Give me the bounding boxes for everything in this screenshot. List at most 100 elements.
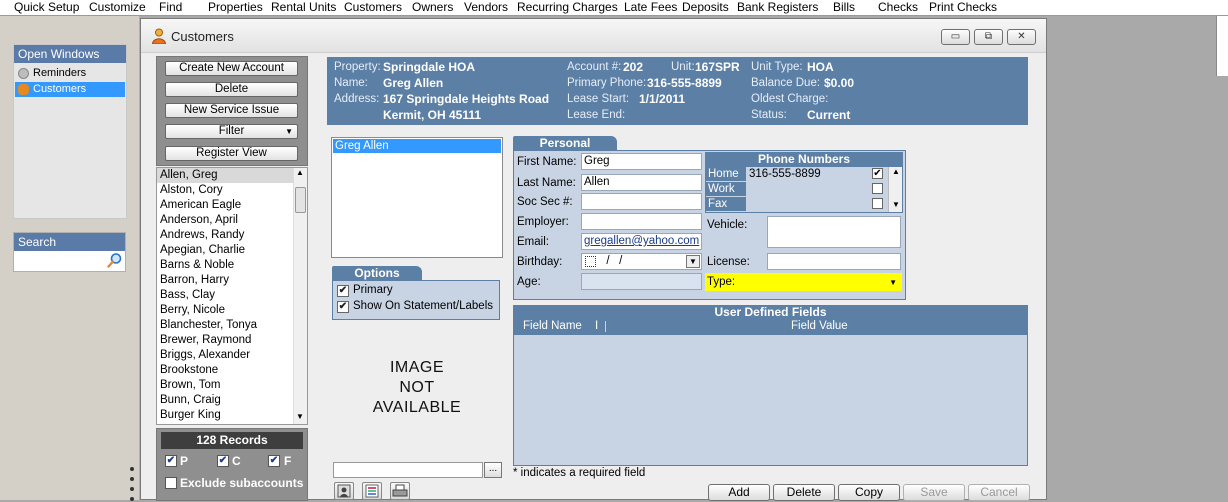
close-button[interactable]: ✕: [1007, 29, 1036, 45]
customer-list-item[interactable]: Brewer, Raymond: [157, 333, 293, 348]
menu-find[interactable]: Find: [159, 0, 182, 14]
menu-bank-registers[interactable]: Bank Registers: [737, 0, 818, 14]
menu-late-fees[interactable]: Late Fees: [624, 0, 677, 14]
customer-list-item[interactable]: Alston, Cory: [157, 183, 293, 198]
customer-list-item[interactable]: Barron, Harry: [157, 273, 293, 288]
save-button[interactable]: Save: [903, 484, 965, 501]
customer-list-item[interactable]: Allen, Greg: [157, 168, 293, 183]
filter-c-label: C: [232, 454, 241, 468]
scrollbar-thumb[interactable]: [295, 187, 306, 213]
menu-print-checks[interactable]: Print Checks: [929, 0, 997, 14]
customer-list-item[interactable]: Bunn, Craig: [157, 393, 293, 408]
image-browse-button[interactable]: ...: [484, 462, 502, 478]
birthday-label: Birthday:: [517, 256, 563, 268]
minimize-button[interactable]: ▭: [941, 29, 970, 45]
scan-photo-icon[interactable]: [390, 482, 410, 500]
chevron-down-icon[interactable]: ▼: [889, 275, 897, 290]
ssn-field[interactable]: [581, 193, 702, 210]
customer-list-item[interactable]: Barns & Noble: [157, 258, 293, 273]
image-path-field[interactable]: [333, 462, 483, 478]
filter-dropdown-button[interactable]: Filter ▼: [165, 124, 298, 139]
menu-deposits[interactable]: Deposits: [682, 0, 729, 14]
menu-customize[interactable]: Customize: [89, 0, 146, 14]
customer-list-item[interactable]: Brown, Tom: [157, 378, 293, 393]
phone-work-checkbox[interactable]: [872, 183, 883, 194]
customers-window: Customers ▭ ⧉ ✕ Create New Account Delet…: [140, 18, 1047, 501]
filter-c-checkbox[interactable]: ✔: [217, 455, 229, 467]
open-window-customers[interactable]: Customers: [15, 82, 125, 97]
menu-quick-setup[interactable]: Quick Setup: [14, 0, 79, 14]
phone-fax-checkbox[interactable]: [872, 198, 883, 209]
phone-list-scrollbar[interactable]: ▲ ▼: [888, 167, 902, 212]
udf-col-field-value[interactable]: Field Value: [791, 319, 848, 334]
search-icon[interactable]: [107, 252, 123, 268]
phone-row-fax[interactable]: Fax: [706, 197, 887, 211]
primary-checkbox[interactable]: ✔: [337, 285, 349, 297]
last-name-field[interactable]: Allen: [581, 174, 702, 191]
user-defined-fields-grid[interactable]: [513, 334, 1028, 466]
view-photo-icon[interactable]: [334, 482, 354, 500]
phone-number[interactable]: [747, 182, 887, 196]
chevron-down-icon[interactable]: ▼: [686, 255, 700, 268]
delete-button[interactable]: Delete: [773, 484, 835, 501]
menu-customers[interactable]: Customers: [344, 0, 402, 14]
udf-col-separator: I: [595, 320, 599, 332]
copy-button[interactable]: Copy: [838, 484, 900, 501]
customer-list-item[interactable]: Bass, Clay: [157, 288, 293, 303]
phone-row-work[interactable]: Work: [706, 182, 887, 196]
employer-field[interactable]: [581, 213, 702, 230]
first-name-field[interactable]: Greg: [581, 153, 702, 170]
delete-account-button[interactable]: Delete: [165, 82, 298, 97]
menu-checks[interactable]: Checks: [878, 0, 918, 14]
customer-list-item[interactable]: American Eagle: [157, 198, 293, 213]
birthday-field[interactable]: / / ▼: [581, 253, 702, 270]
customer-list-scrollbar[interactable]: ▲ ▼: [293, 168, 307, 424]
customer-list-item[interactable]: Andrews, Randy: [157, 228, 293, 243]
email-field[interactable]: gregallen@yahoo.com: [581, 233, 702, 250]
add-button[interactable]: Add: [708, 484, 770, 501]
scroll-down-icon[interactable]: ▼: [892, 200, 900, 209]
menu-owners[interactable]: Owners: [412, 0, 453, 14]
scroll-down-icon[interactable]: ▼: [296, 412, 304, 421]
license-field[interactable]: [767, 253, 901, 270]
show-on-statement-checkbox[interactable]: ✔: [337, 301, 349, 313]
filter-f-checkbox[interactable]: ✔: [268, 455, 280, 467]
window-titlebar[interactable]: Customers ▭ ⧉ ✕: [141, 19, 1046, 53]
customer-list-item[interactable]: Apegian, Charlie: [157, 243, 293, 258]
contact-name-item[interactable]: Greg Allen: [333, 139, 501, 153]
customer-list-item[interactable]: Burger King: [157, 408, 293, 423]
vehicle-field[interactable]: [767, 216, 901, 248]
oldest-charge-label: Oldest Charge:: [751, 93, 829, 105]
menu-bills[interactable]: Bills: [833, 0, 855, 14]
cancel-button[interactable]: Cancel: [968, 484, 1030, 501]
menu-recurring-charges[interactable]: Recurring Charges: [517, 0, 618, 14]
customer-list-item[interactable]: Berry, Nicole: [157, 303, 293, 318]
customer-list-item[interactable]: Anderson, April: [157, 213, 293, 228]
udf-col-field-name[interactable]: Field Name: [523, 319, 582, 334]
open-window-reminders[interactable]: Reminders: [15, 66, 125, 81]
customer-list-item[interactable]: Brookstone: [157, 363, 293, 378]
restore-button[interactable]: ⧉: [974, 29, 1003, 45]
search-input[interactable]: [15, 253, 103, 269]
type-select[interactable]: ▼: [767, 274, 901, 291]
phone-row-home[interactable]: Home 316-555-8899 ✔: [706, 167, 887, 181]
customer-list-item[interactable]: Blanchester, Tonya: [157, 318, 293, 333]
menu-vendors[interactable]: Vendors: [464, 0, 508, 14]
register-view-button[interactable]: Register View: [165, 146, 298, 161]
menu-properties[interactable]: Properties: [208, 0, 263, 14]
filter-p-checkbox[interactable]: ✔: [165, 455, 177, 467]
new-service-issue-button[interactable]: New Service Issue: [165, 103, 298, 118]
phone-number[interactable]: 316-555-8899: [747, 167, 887, 181]
edit-photo-icon[interactable]: [362, 482, 382, 500]
scroll-up-icon[interactable]: ▲: [296, 168, 304, 177]
phone-home-checkbox[interactable]: ✔: [872, 168, 883, 179]
phone-number[interactable]: [747, 197, 887, 211]
birthday-checkbox[interactable]: [585, 256, 596, 267]
customer-list-item[interactable]: Briggs, Alexander: [157, 348, 293, 363]
open-window-label: Customers: [33, 83, 87, 95]
scroll-up-icon[interactable]: ▲: [892, 167, 900, 176]
create-new-account-button[interactable]: Create New Account: [165, 61, 298, 76]
outer-scrollbar[interactable]: [1216, 16, 1228, 76]
exclude-subaccounts-checkbox[interactable]: [165, 477, 177, 489]
menu-rental-units[interactable]: Rental Units: [271, 0, 336, 14]
